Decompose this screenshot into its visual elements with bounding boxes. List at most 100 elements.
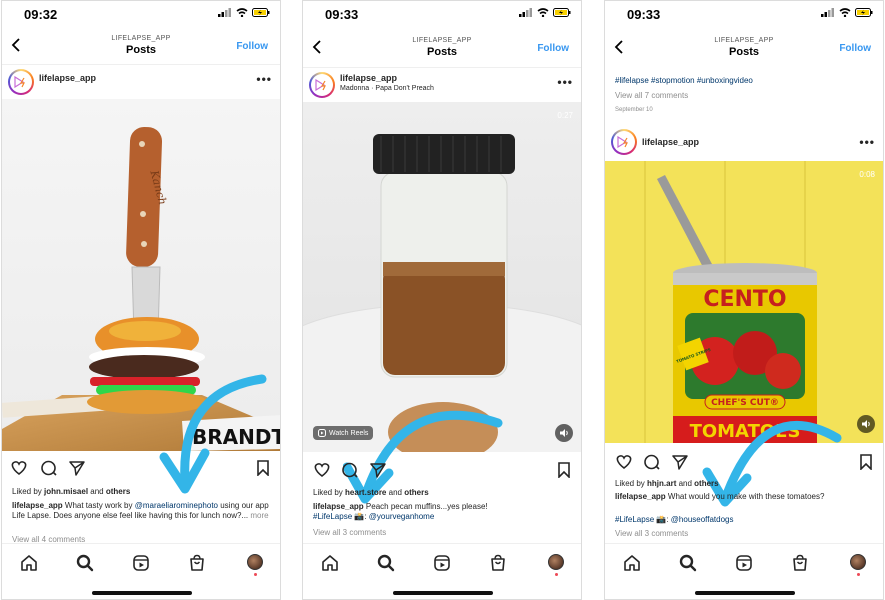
more-options-icon[interactable]: ••• (557, 75, 573, 89)
liked-by-others[interactable]: others (694, 479, 718, 488)
top-nav: LIFELAPSE_APP Posts Follow (605, 33, 883, 67)
follow-button[interactable]: Follow (537, 43, 569, 54)
share-icon[interactable] (68, 460, 86, 476)
wifi-icon (839, 8, 851, 17)
more-options-icon[interactable]: ••• (256, 72, 272, 86)
caption-mention[interactable]: @houseoffatdogs (671, 515, 734, 524)
shop-icon[interactable] (188, 554, 206, 572)
liked-by-others[interactable]: others (106, 487, 130, 496)
share-icon[interactable] (369, 462, 387, 478)
battery-icon (855, 8, 873, 17)
lifelapse-logo-icon (14, 76, 25, 88)
phone-screen-2: 09:33 LIFELAPSE_APP Posts Follow lifelap… (302, 0, 582, 600)
heart-icon[interactable] (313, 462, 331, 478)
post-actions (2, 457, 280, 481)
status-time: 09:33 (627, 7, 661, 22)
shop-icon[interactable] (791, 554, 809, 572)
home-indicator (393, 591, 493, 595)
status-bar: 09:33 (605, 1, 883, 27)
can-video-frame: CENTO TOMATO STRIPS CHEF'S CUT® TOMATOES (605, 161, 883, 443)
follow-button[interactable]: Follow (236, 41, 268, 52)
reels-small-icon (318, 429, 326, 437)
search-icon[interactable] (679, 554, 697, 572)
post-username[interactable]: lifelapse_app (39, 73, 96, 83)
home-indicator (92, 591, 192, 595)
liked-prefix: Liked by (12, 487, 45, 496)
caption-mention[interactable]: @maraeliarominephoto (135, 501, 218, 510)
status-bar: 09:32 (2, 1, 280, 27)
liked-prefix: Liked by (313, 488, 346, 497)
avatar[interactable] (309, 72, 335, 98)
caption-username[interactable]: lifelapse_app (12, 501, 63, 510)
comment-icon[interactable] (643, 454, 661, 470)
caption-hashtag[interactable]: #LifeLapse (615, 515, 654, 524)
reels-icon[interactable] (132, 554, 150, 572)
notification-dot (254, 573, 257, 576)
view-all-comments[interactable]: View all 3 comments (615, 529, 688, 538)
comment-icon[interactable] (40, 460, 58, 476)
notification-dot (555, 573, 558, 576)
battery-icon (553, 8, 571, 17)
caption-emoji: 📸: (654, 515, 671, 524)
caption-mention[interactable]: @yourveganhome (369, 512, 435, 521)
lifelapse-logo-icon (315, 79, 326, 91)
volume-icon[interactable] (555, 424, 573, 442)
phone-screen-3: 09:33 LIFELAPSE_APP Posts Follow #lifela… (604, 0, 884, 600)
video-timer: 0:27 (557, 111, 573, 120)
watch-reels-button[interactable]: Watch Reels (313, 426, 374, 440)
liked-by: Liked by john.misael and others (12, 487, 130, 496)
post-username[interactable]: lifelapse_app (642, 137, 699, 147)
reels-icon[interactable] (433, 554, 451, 572)
caption-emoji: 📸: (352, 512, 369, 521)
post-username[interactable]: lifelapse_app (340, 73, 397, 83)
previous-post-hashtags[interactable]: #lifelapse #stopmotion #unboxingvideo (615, 76, 753, 85)
profile-avatar[interactable] (850, 554, 866, 570)
post-video[interactable]: 0:27 Watch Reels (303, 102, 581, 452)
reels-icon[interactable] (735, 554, 753, 572)
home-icon[interactable] (623, 554, 641, 572)
wifi-icon (537, 8, 549, 17)
liked-by-user[interactable]: john.misael (44, 487, 88, 496)
heart-icon[interactable] (615, 454, 633, 470)
liked-by-user[interactable]: hhjn.art (647, 479, 676, 488)
more-options-icon[interactable]: ••• (859, 135, 875, 149)
profile-avatar[interactable] (548, 554, 564, 570)
liked-by-others[interactable]: others (404, 488, 428, 497)
profile-avatar[interactable] (247, 554, 263, 570)
avatar[interactable] (8, 69, 34, 95)
post-header: lifelapse_app ••• (2, 64, 280, 98)
post-video[interactable]: CENTO TOMATO STRIPS CHEF'S CUT® TOMATOES… (605, 161, 883, 443)
search-icon[interactable] (377, 554, 395, 572)
status-time: 09:33 (325, 7, 359, 22)
post-caption: lifelapse_app What would you make with t… (615, 492, 873, 502)
avatar[interactable] (611, 129, 637, 155)
top-nav: LIFELAPSE_APP Posts Follow (2, 31, 280, 65)
bookmark-icon[interactable] (859, 454, 873, 470)
follow-button[interactable]: Follow (839, 43, 871, 54)
bookmark-icon[interactable] (256, 460, 270, 476)
previous-post-tags: #lifelapse #stopmotion #unboxingvideo (615, 76, 873, 86)
home-icon[interactable] (20, 554, 38, 572)
caption-username[interactable]: lifelapse_app (615, 492, 666, 501)
bookmark-icon[interactable] (557, 462, 571, 478)
audio-label[interactable]: Madonna · Papa Don't Preach (340, 85, 434, 92)
view-all-comments[interactable]: View all 3 comments (313, 528, 386, 537)
volume-icon[interactable] (857, 415, 875, 433)
caption-username[interactable]: lifelapse_app (313, 502, 364, 511)
liked-by-user[interactable]: heart.store (345, 488, 386, 497)
caption-text: What would you make with these tomatoes? (665, 492, 825, 501)
board-text: BRANDT (192, 425, 280, 449)
shop-icon[interactable] (489, 554, 507, 572)
home-icon[interactable] (321, 554, 339, 572)
bottom-nav (605, 543, 883, 599)
caption-hashtag[interactable]: #LifeLapse (313, 512, 352, 521)
comment-icon[interactable] (341, 462, 359, 478)
liked-and: and (676, 479, 695, 488)
heart-icon[interactable] (10, 460, 28, 476)
post-image[interactable]: BRANDT Kanch (2, 99, 280, 451)
search-icon[interactable] (76, 554, 94, 572)
share-icon[interactable] (671, 454, 689, 470)
previous-view-all-comments[interactable]: View all 7 comments (615, 91, 688, 100)
status-icons (821, 8, 873, 17)
caption-more-link[interactable]: more (248, 511, 268, 520)
